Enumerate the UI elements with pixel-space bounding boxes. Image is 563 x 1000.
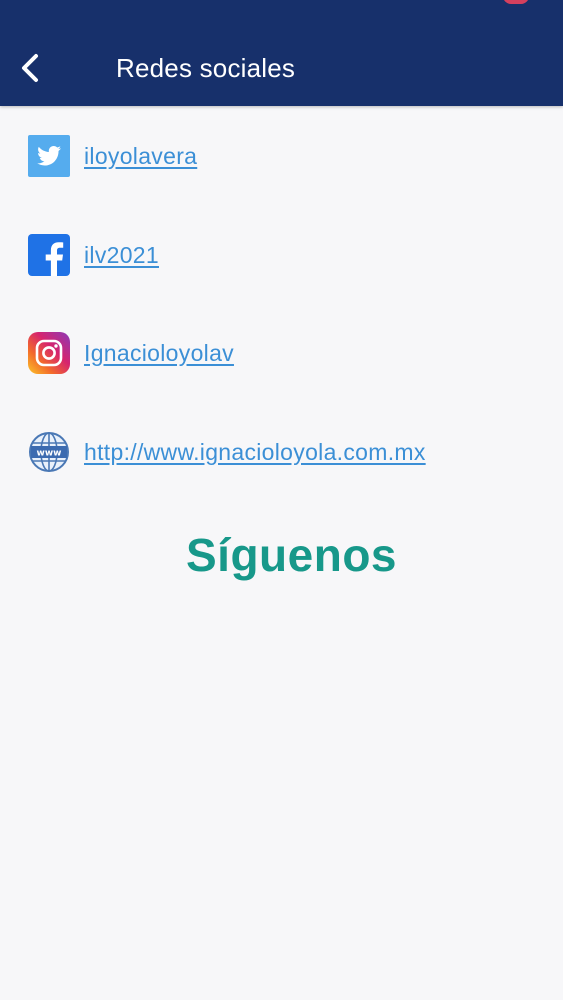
app-header: Redes sociales [0,0,563,106]
social-link-instagram[interactable]: Ignacioloyolav [28,331,234,375]
social-link-website[interactable]: www http://www.ignacioloyola.com.mx [28,430,426,474]
status-indicator [503,0,529,4]
social-link-facebook[interactable]: ilv2021 [28,233,159,277]
twitter-link[interactable]: iloyolavera [84,143,197,170]
facebook-link[interactable]: ilv2021 [84,242,159,269]
chevron-left-icon [14,48,50,88]
website-link[interactable]: http://www.ignacioloyola.com.mx [84,439,426,466]
follow-us-heading: Síguenos [185,529,398,581]
instagram-icon [28,332,70,374]
page-title: Redes sociales [116,53,296,83]
instagram-link[interactable]: Ignacioloyolav [84,340,234,367]
facebook-icon [28,234,70,276]
back-button[interactable] [14,48,50,88]
svg-text:www: www [37,449,62,459]
globe-www-icon: www [28,431,70,473]
twitter-icon [28,135,70,177]
social-link-twitter[interactable]: iloyolavera [28,134,197,178]
